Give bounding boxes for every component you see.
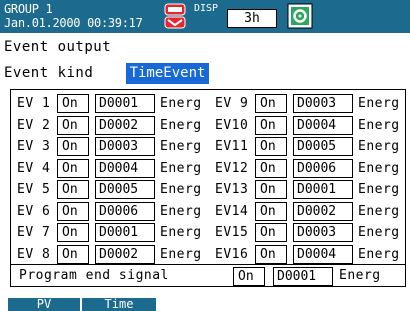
event-row: EV 6 On D0006 Energ [11, 200, 209, 223]
event-label: EV12 [215, 160, 249, 176]
event-row: EV 7 On D0001 Energ [11, 221, 209, 244]
event-state-field[interactable]: On [57, 223, 89, 242]
event-label: EV 1 [17, 96, 51, 111]
softkey-bar: PV Time [0, 296, 410, 311]
event-state-field[interactable]: On [255, 180, 287, 199]
event-action: Energ [160, 117, 202, 133]
event-action: Energ [160, 246, 202, 262]
event-action: Energ [160, 203, 202, 219]
event-table: Program end signal On D0001 Energ EV 1 On… [10, 89, 406, 287]
date-time: Jan.01.2000 00:39:17 [4, 16, 143, 30]
event-action: Energ [358, 117, 400, 133]
event-row: EV 4 On D0004 Energ [11, 157, 209, 180]
softkey-pv[interactable]: PV [8, 298, 81, 311]
event-code-field[interactable]: D0006 [95, 201, 155, 221]
event-row: EV 5 On D0005 Energ [11, 178, 209, 201]
program-end-row: Program end signal On D0001 Energ [11, 264, 405, 287]
event-state-field[interactable]: On [57, 244, 89, 264]
event-code-field[interactable]: D0002 [95, 115, 155, 135]
event-state-field[interactable]: On [57, 158, 89, 178]
event-code-field[interactable]: D0004 [293, 244, 353, 264]
event-label: EV 9 [215, 96, 249, 111]
event-action: Energ [358, 225, 400, 240]
event-label: EV13 [215, 182, 249, 197]
event-code-field[interactable]: D0002 [293, 201, 353, 221]
group-name: GROUP 1 [4, 2, 53, 16]
alarm-memory-icon [164, 3, 186, 29]
event-action: Energ [358, 96, 400, 111]
event-action: Energ [160, 182, 202, 197]
event-code-field[interactable]: D0003 [293, 223, 353, 242]
event-code-field[interactable]: D0003 [95, 137, 155, 156]
event-label: EV 3 [17, 139, 51, 154]
event-code-field[interactable]: D0003 [293, 94, 353, 113]
softkey-time[interactable]: Time [82, 298, 157, 311]
event-state-field[interactable]: On [255, 244, 287, 264]
event-state-field[interactable]: On [255, 94, 287, 113]
event-label: EV10 [215, 117, 249, 133]
event-row: EV13 On D0001 Energ [209, 178, 407, 201]
event-row: EV14 On D0002 Energ [209, 200, 407, 223]
page-title: Event output [4, 39, 112, 55]
event-label: EV 7 [17, 225, 51, 240]
event-code-field[interactable]: D0004 [293, 115, 353, 135]
program-end-action: Energ [339, 268, 381, 283]
event-row: EV11 On D0005 Energ [209, 135, 407, 158]
event-state-field[interactable]: On [255, 223, 287, 242]
event-state-field[interactable]: On [255, 115, 287, 135]
program-end-state[interactable]: On [233, 267, 265, 286]
event-action: Energ [358, 203, 400, 219]
event-kind-label: Event kind [4, 65, 94, 81]
event-state-field[interactable]: On [57, 137, 89, 156]
event-action: Energ [358, 182, 400, 197]
event-state-field[interactable]: On [255, 137, 287, 156]
event-label: EV15 [215, 225, 249, 240]
event-code-field[interactable]: D0002 [95, 244, 155, 264]
event-code-field[interactable]: D0001 [95, 223, 155, 242]
event-action: Energ [358, 139, 400, 154]
event-action: Energ [160, 225, 202, 240]
event-row: EV 1 On D0001 Energ [11, 92, 209, 115]
event-action: Energ [358, 246, 400, 262]
event-code-field[interactable]: D0005 [95, 180, 155, 199]
event-label: EV16 [215, 246, 249, 262]
event-action: Energ [160, 160, 202, 176]
event-state-field[interactable]: On [57, 115, 89, 135]
event-row: EV15 On D0003 Energ [209, 221, 407, 244]
event-state-field[interactable]: On [57, 94, 89, 113]
event-label: EV 2 [17, 117, 51, 133]
event-row: EV12 On D0006 Energ [209, 157, 407, 180]
event-row: EV 2 On D0002 Energ [11, 114, 209, 137]
event-code-field[interactable]: D0004 [95, 158, 155, 178]
event-label: EV11 [215, 139, 249, 154]
event-state-field[interactable]: On [255, 158, 287, 178]
event-code-field[interactable]: D0006 [293, 158, 353, 178]
event-row: EV 9 On D0003 Energ [209, 92, 407, 115]
program-end-label: Program end signal [19, 268, 169, 283]
event-label: EV 8 [17, 246, 51, 262]
event-row: EV 3 On D0003 Energ [11, 135, 209, 158]
event-action: Energ [160, 96, 202, 111]
event-label: EV 5 [17, 182, 51, 197]
event-row: EV10 On D0004 Energ [209, 114, 407, 137]
event-code-field[interactable]: D0001 [95, 94, 155, 113]
event-label: EV 4 [17, 160, 51, 176]
display-period: 3h [227, 9, 277, 28]
event-code-field[interactable]: D0001 [293, 180, 353, 199]
event-label: EV 6 [17, 203, 51, 219]
event-label: EV14 [215, 203, 249, 219]
event-state-field[interactable]: On [57, 180, 89, 199]
disk-status-icon [287, 3, 313, 29]
event-action: Energ [358, 160, 400, 176]
status-header: GROUP 1 Jan.01.2000 00:39:17 DISP 3h [0, 0, 410, 33]
disp-label: DISP [194, 3, 219, 14]
event-row: EV16 On D0004 Energ [209, 243, 407, 266]
event-kind-select[interactable]: TimeEvent [126, 63, 209, 84]
program-end-code[interactable]: D0001 [273, 267, 333, 286]
event-code-field[interactable]: D0005 [293, 137, 353, 156]
event-action: Energ [160, 139, 202, 154]
event-row: EV 8 On D0002 Energ [11, 243, 209, 266]
event-state-field[interactable]: On [255, 201, 287, 221]
event-state-field[interactable]: On [57, 201, 89, 221]
